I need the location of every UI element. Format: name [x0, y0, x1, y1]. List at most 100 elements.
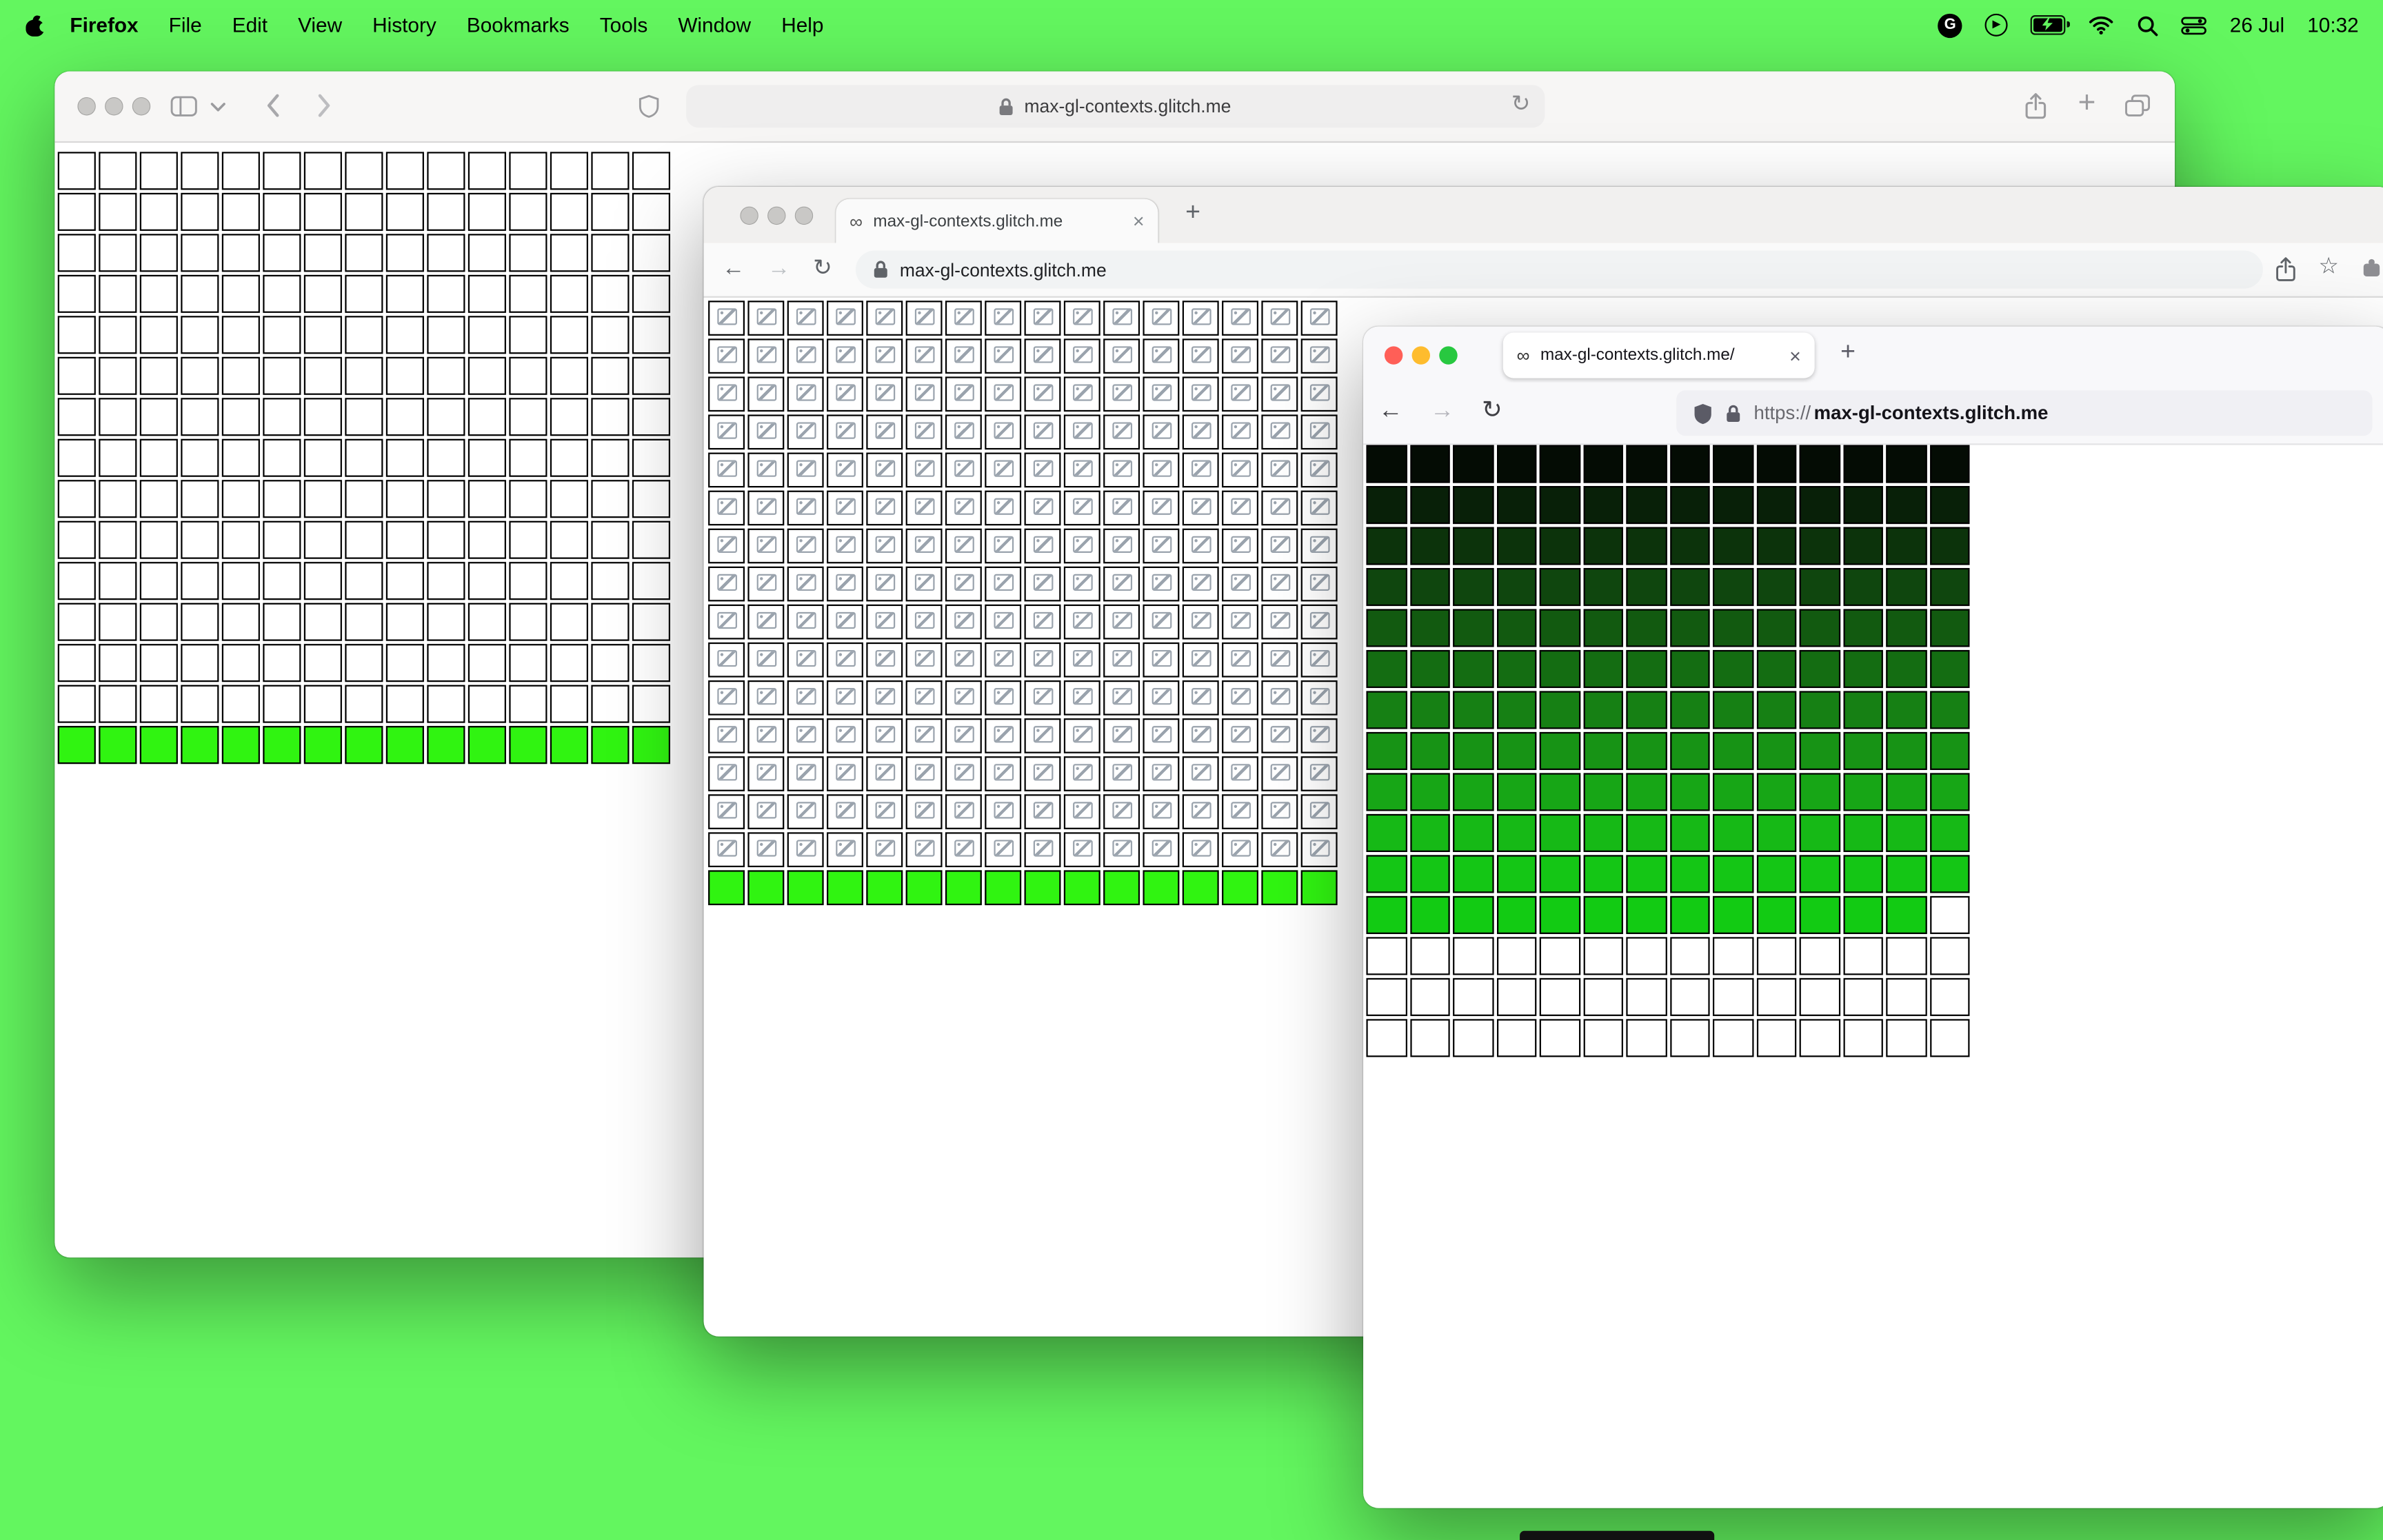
- broken-image-icon: [1073, 764, 1093, 781]
- canvas-cell: [345, 274, 383, 313]
- tracking-protection-shield-icon[interactable]: [1693, 402, 1713, 425]
- reload-icon[interactable]: ↻: [813, 256, 832, 279]
- zoom-window-button[interactable]: [1439, 346, 1458, 365]
- sidebar-toggle-icon[interactable]: [170, 96, 198, 117]
- broken-canvas-cell: [787, 528, 824, 564]
- menu-edit[interactable]: Edit: [217, 14, 283, 37]
- menu-help[interactable]: Help: [766, 14, 838, 37]
- broken-image-icon: [1033, 422, 1054, 439]
- canvas-cell: [385, 520, 424, 559]
- broken-image-icon: [1309, 649, 1330, 667]
- broken-image-icon: [994, 802, 1014, 819]
- canvas-cell: [345, 520, 383, 559]
- control-center-icon[interactable]: [2181, 16, 2207, 34]
- canvas-cell: [1799, 1019, 1840, 1057]
- canvas-cell: [1539, 567, 1580, 607]
- new-tab-button[interactable]: +: [1840, 338, 1856, 364]
- minimize-window-button[interactable]: [105, 97, 123, 116]
- share-icon[interactable]: [2024, 92, 2047, 120]
- canvas-cell: [99, 644, 137, 682]
- canvas-cell: [99, 234, 137, 272]
- canvas-cell: [57, 726, 96, 764]
- canvas-cell: [345, 152, 383, 190]
- broken-image-icon: [1112, 574, 1133, 591]
- broken-canvas-cell: [827, 376, 863, 412]
- new-tab-button[interactable]: +: [1185, 199, 1200, 225]
- back-button[interactable]: ←: [1378, 398, 1402, 423]
- canvas-cell: [1669, 1019, 1710, 1057]
- battery-icon[interactable]: [2031, 15, 2070, 35]
- close-window-button[interactable]: [77, 97, 96, 116]
- canvas-cell: [303, 520, 342, 559]
- play-status-icon[interactable]: ▶: [1984, 13, 2008, 37]
- canvas-cell: [1453, 937, 1494, 975]
- menu-history[interactable]: History: [357, 14, 452, 37]
- new-tab-button[interactable]: +: [2078, 88, 2096, 119]
- minimize-window-button[interactable]: [767, 206, 786, 225]
- canvas-cell: [1669, 855, 1710, 893]
- close-window-button[interactable]: [1384, 346, 1403, 365]
- close-window-button[interactable]: [740, 206, 758, 225]
- canvas-cell: [221, 152, 260, 190]
- back-button[interactable]: [265, 92, 281, 118]
- canvas-cell: [1669, 731, 1710, 771]
- canvas-cell: [1842, 691, 1883, 729]
- forward-button[interactable]: →: [1430, 398, 1454, 423]
- menu-view[interactable]: View: [283, 14, 357, 37]
- canvas-cell: [1756, 855, 1797, 893]
- browser-tab[interactable]: ∞ max-gl-contexts.glitch.me ×: [836, 199, 1158, 243]
- canvas-cell: [181, 602, 219, 641]
- broken-canvas-cell: [708, 756, 745, 791]
- broken-canvas-cell: [1063, 832, 1100, 868]
- tab-overview-icon[interactable]: [2124, 94, 2151, 117]
- menu-bookmarks[interactable]: Bookmarks: [452, 14, 585, 37]
- privacy-shield-icon[interactable]: [639, 94, 660, 119]
- browser-tab[interactable]: ∞ max-gl-contexts.glitch.me/ ×: [1502, 332, 1815, 378]
- broken-image-icon: [1191, 536, 1211, 553]
- broken-canvas-cell: [827, 490, 863, 526]
- forward-button[interactable]: [316, 92, 332, 118]
- menu-file[interactable]: File: [154, 14, 217, 37]
- menu-date[interactable]: 26 Jul: [2230, 14, 2284, 37]
- canvas-cell: [1366, 813, 1407, 852]
- broken-image-icon: [1191, 802, 1211, 819]
- broken-canvas-cell: [1024, 414, 1061, 450]
- menu-window[interactable]: Window: [663, 14, 766, 37]
- share-icon[interactable]: [2275, 256, 2297, 282]
- broken-canvas-cell: [1063, 680, 1100, 716]
- back-button[interactable]: ←: [722, 256, 745, 279]
- canvas-cell: [1886, 855, 1927, 893]
- lock-icon[interactable]: [1725, 403, 1742, 423]
- forward-button[interactable]: →: [767, 256, 790, 279]
- extensions-icon[interactable]: [2362, 259, 2382, 278]
- menu-app-name[interactable]: Firefox: [54, 14, 153, 37]
- menu-time[interactable]: 10:32: [2307, 14, 2358, 37]
- broken-image-icon: [1231, 346, 1251, 363]
- wifi-icon[interactable]: [2089, 15, 2114, 35]
- minimize-window-button[interactable]: [1411, 346, 1431, 365]
- apple-menu-icon[interactable]: [24, 13, 49, 37]
- grammarly-icon[interactable]: G: [1938, 12, 1962, 37]
- canvas-cell: [1582, 527, 1623, 565]
- menu-tools[interactable]: Tools: [585, 14, 663, 37]
- broken-canvas-cell: [827, 794, 863, 829]
- reload-icon[interactable]: ↻: [1482, 398, 1502, 423]
- canvas-cell: [1409, 1019, 1450, 1057]
- spotlight-search-icon[interactable]: [2137, 14, 2158, 36]
- tab-close-icon[interactable]: ×: [1133, 211, 1145, 231]
- zoom-window-button[interactable]: [132, 97, 151, 116]
- broken-canvas-cell: [1300, 756, 1338, 791]
- broken-image-icon: [756, 536, 777, 553]
- canvas-cell: [1366, 977, 1407, 1016]
- dock-hint[interactable]: [1520, 1530, 1715, 1540]
- address-bar[interactable]: max-gl-contexts.glitch.me ↻: [685, 85, 1545, 128]
- broken-canvas-cell: [945, 301, 982, 336]
- zoom-window-button[interactable]: [794, 206, 814, 225]
- chevron-down-icon[interactable]: [210, 102, 226, 112]
- bookmark-star-icon[interactable]: ☆: [2318, 255, 2339, 278]
- address-bar[interactable]: max-gl-contexts.glitch.me: [855, 250, 2263, 289]
- tab-close-icon[interactable]: ×: [1789, 345, 1801, 365]
- canvas-cell: [1842, 895, 1883, 934]
- address-bar[interactable]: https:// max-gl-contexts.glitch.me: [1676, 390, 2373, 436]
- reload-icon[interactable]: ↻: [1511, 92, 1531, 115]
